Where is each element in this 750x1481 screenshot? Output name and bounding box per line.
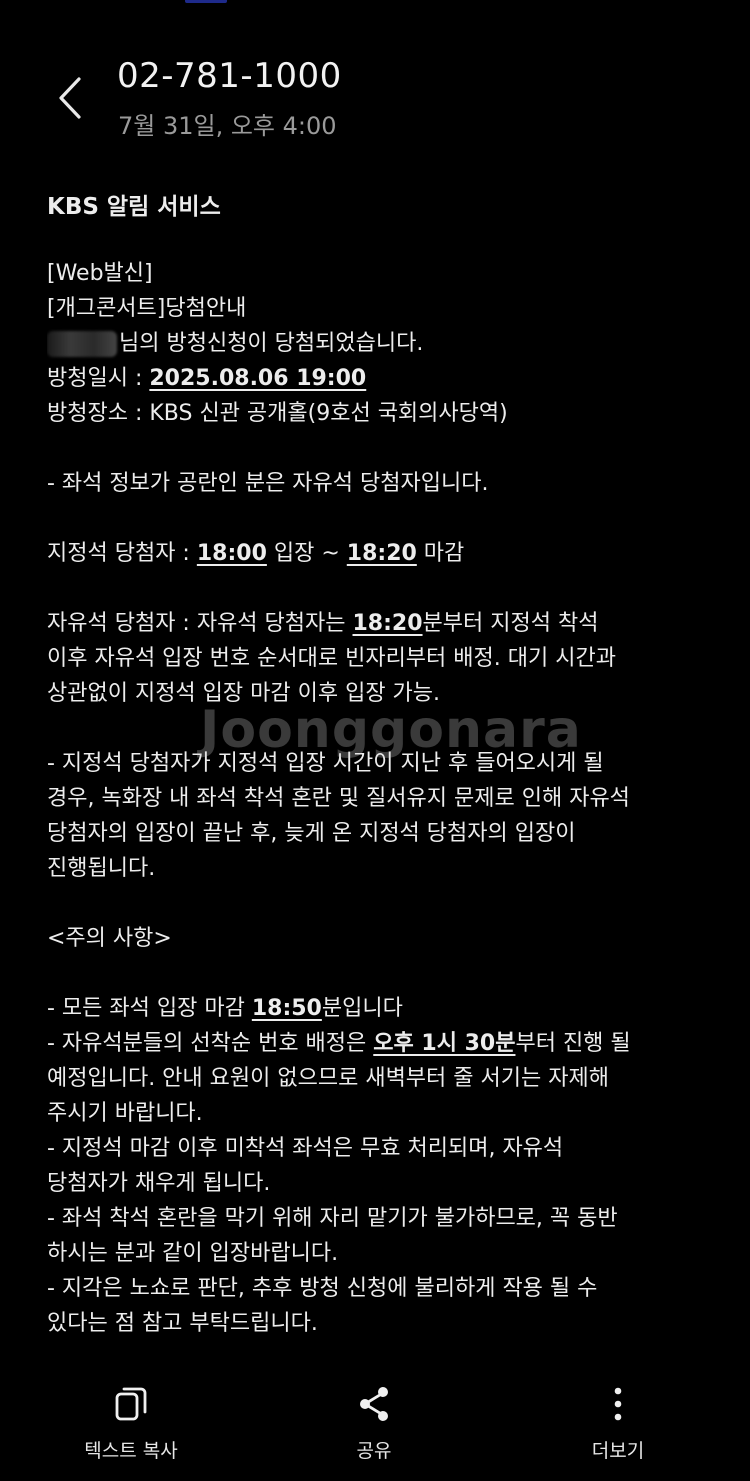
time-link[interactable]: 18:20 (353, 611, 423, 636)
share-icon (360, 1387, 388, 1421)
share-button[interactable]: 공유 (294, 1384, 454, 1463)
message-text: 분입니다 (321, 996, 403, 1021)
time-link[interactable]: 18:20 (347, 541, 417, 566)
bottom-action-bar: 텍스트 복사 공유 더보기 (0, 1362, 750, 1481)
time-link[interactable]: 18:50 (252, 996, 322, 1021)
message-line: 있다는 점 참고 부탁드립니다. (47, 1311, 318, 1336)
message-line: 이후 자유석 입장 번호 순서대로 빈자리부터 배정. 대기 시간과 (47, 646, 616, 671)
message-line: 경우, 녹화장 내 좌석 착석 혼란 및 질서유지 문제로 인해 자유석 (47, 786, 630, 811)
message-text: 자유석 당첨자 : 자유석 당첨자는 (47, 611, 353, 636)
message-text: - 모든 좌석 입장 마감 (47, 996, 252, 1021)
copy-text-label: 텍스트 복사 (84, 1440, 178, 1462)
redacted-name (47, 331, 117, 357)
message-line: - 자유석분들의 선착순 번호 배정은 오후 1시 30분부터 진행 될 (47, 1026, 717, 1061)
status-bar-indicator (185, 0, 227, 3)
copy-icon (115, 1387, 147, 1421)
message-text: 님의 방청신청이 당첨되었습니다. (119, 331, 424, 356)
message-text: 분부터 지정석 착석 (422, 611, 599, 636)
message-line: <주의 사항> (47, 926, 172, 951)
message-line: [개그콘서트]당첨안내 (47, 296, 247, 321)
message-line: 자유석 당첨자 : 자유석 당첨자는 18:20분부터 지정석 착석 (47, 606, 717, 641)
message-text: 마감 (416, 541, 465, 566)
message-line: 당첨자의 입장이 끝난 후, 늦게 온 지정석 당첨자의 입장이 (47, 821, 576, 846)
message-line: 하시는 분과 같이 입장바랍니다. (47, 1241, 339, 1266)
message-line: 방청일시 : 2025.08.06 19:00 (47, 361, 717, 396)
copy-text-button[interactable]: 텍스트 복사 (51, 1384, 211, 1463)
event-datetime-link[interactable]: 2025.08.06 19:00 (149, 366, 366, 391)
message-line: 주시기 바랍니다. (47, 1101, 203, 1126)
more-button[interactable]: 더보기 (538, 1384, 698, 1463)
more-label: 더보기 (591, 1440, 645, 1462)
message-title: KBS 알림 서비스 (47, 194, 221, 220)
message-line: 예정입니다. 안내 요원이 없으므로 새벽부터 줄 서기는 자제해 (47, 1066, 609, 1091)
time-link[interactable]: 18:00 (197, 541, 267, 566)
message-text: 부터 진행 될 (515, 1031, 631, 1056)
message-line: - 좌석 착석 혼란을 막기 위해 자리 맡기가 불가하므로, 꼭 동반 (47, 1206, 618, 1231)
message-line: - 좌석 정보가 공란인 분은 자유석 당첨자입니다. (47, 471, 489, 496)
share-label: 공유 (356, 1440, 392, 1462)
message-line: 상관없이 지정석 입장 마감 이후 입장 가능. (47, 681, 441, 706)
message-line: 진행됩니다. (47, 856, 156, 881)
message-line: 지정석 당첨자 : 18:00 입장 ~ 18:20 마감 (47, 536, 717, 571)
message-line: - 지정석 당첨자가 지정석 입장 시간이 지난 후 들어오시게 될 (47, 751, 604, 776)
message-line: 방청장소 : KBS 신관 공개홀(9호선 국회의사당역) (47, 401, 508, 426)
conversation-header: 02-781-1000 7월 31일, 오후 4:00 (0, 48, 750, 148)
message-text: 입장 ~ (266, 541, 347, 566)
message-timestamp: 7월 31일, 오후 4:00 (118, 112, 337, 140)
message-line: [Web발신] (47, 261, 153, 286)
message-body: KBS 알림 서비스 [Web발신] [개그콘서트]당첨안내 님의 방청신청이 … (47, 186, 717, 1362)
more-vertical-icon (614, 1387, 622, 1421)
time-link[interactable]: 오후 1시 30분 (373, 1031, 515, 1056)
message-line: - 지정석 마감 이후 미착석 좌석은 무효 처리되며, 자유석 (47, 1136, 564, 1161)
message-line: 님의 방청신청이 당첨되었습니다. (47, 326, 717, 361)
message-line: - 지각은 노쇼로 판단, 추후 방청 신청에 불리하게 작용 될 수 (47, 1276, 598, 1301)
chevron-left-icon (59, 77, 81, 119)
message-text: - 자유석분들의 선착순 번호 배정은 (47, 1031, 374, 1056)
message-text: 방청일시 : (47, 366, 150, 391)
back-button[interactable] (40, 68, 100, 128)
message-text: 지정석 당첨자 : (47, 541, 197, 566)
message-line: - 모든 좌석 입장 마감 18:50분입니다 (47, 991, 717, 1026)
sender-number: 02-781-1000 (117, 56, 342, 96)
message-line: 당첨자가 채우게 됩니다. (47, 1171, 271, 1196)
